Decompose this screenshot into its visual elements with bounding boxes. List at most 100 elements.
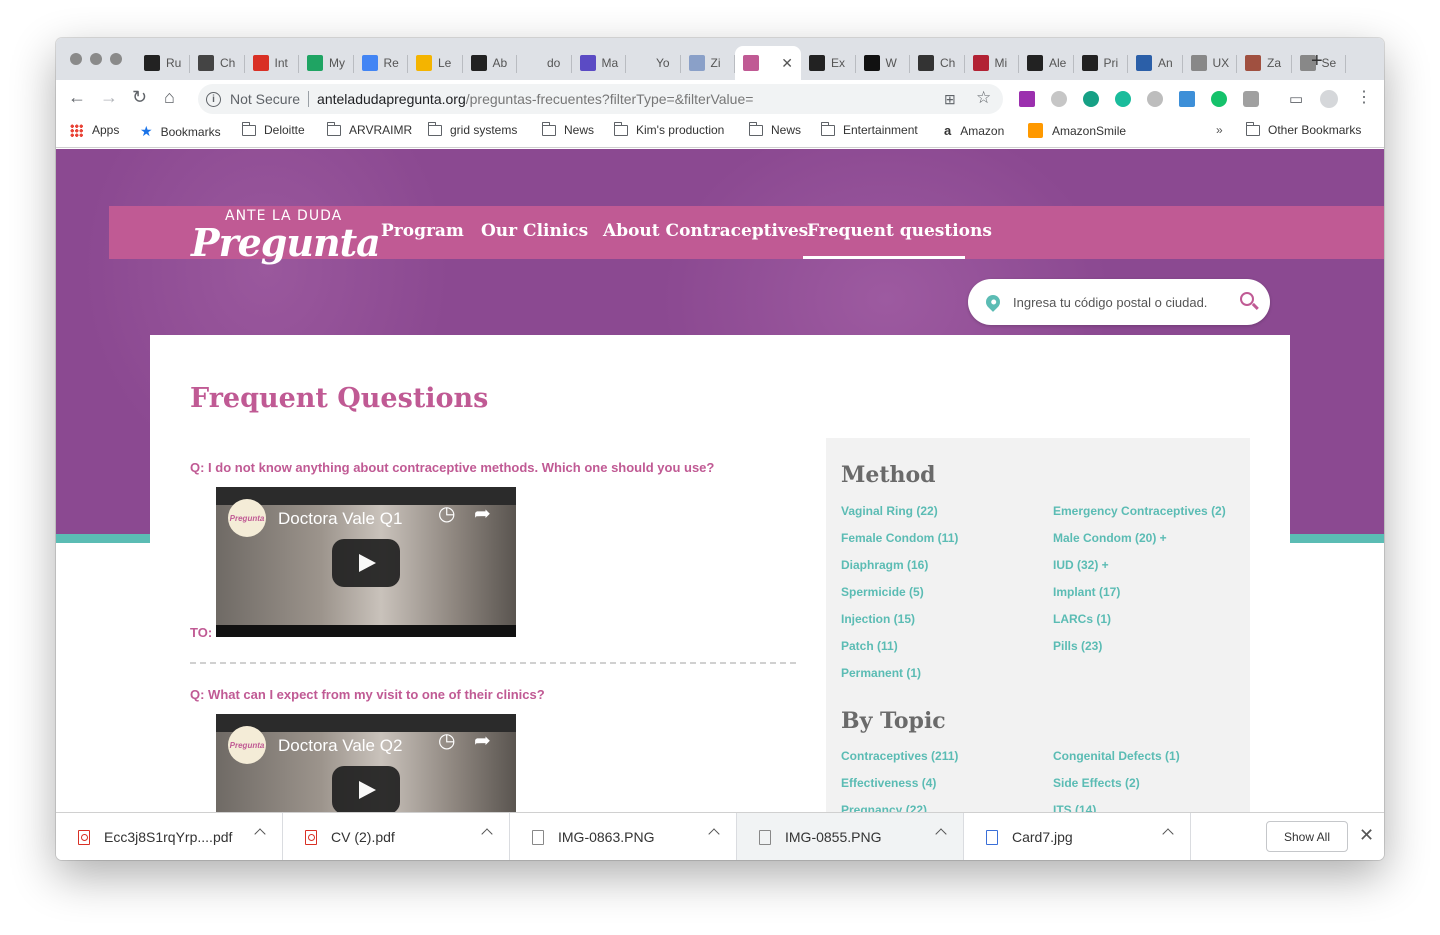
bookmark-amazonsmile[interactable]: AmazonSmile [1028,123,1126,138]
extension-circle-icon[interactable] [1051,91,1067,107]
bookmarks-overflow-button[interactable]: » [1216,123,1223,137]
browser-tab[interactable]: My [299,46,354,80]
play-button[interactable] [332,539,400,587]
grammarly-icon[interactable] [1211,91,1227,107]
filter-link[interactable]: Effectiveness (4) [841,776,936,790]
bookmark-entertainment[interactable]: Entertainment [820,121,918,137]
extension-t-icon[interactable] [1179,91,1195,107]
filter-link[interactable]: Vaginal Ring (22) [841,504,938,518]
browser-tab[interactable]: Ab [463,46,518,80]
video-channel-logo[interactable]: Pregunta [228,726,266,764]
browser-tab[interactable]: Ch [910,46,965,80]
bookmark-star-icon[interactable]: ☆ [976,88,991,108]
bookmark-bookmarks[interactable]: ★ Bookmarks [140,123,221,140]
bookmark-news[interactable]: News [541,121,594,137]
extension-chat-icon[interactable] [1115,91,1131,107]
chevron-up-icon[interactable] [254,828,266,840]
faq-question-2[interactable]: Q: What can I expect from my visit to on… [190,687,545,702]
browser-tab[interactable]: W [856,46,911,80]
browser-tab[interactable]: ✕ [735,46,801,80]
filter-link[interactable]: ITS (14) [1053,803,1096,812]
browser-tab[interactable]: Ex [801,46,856,80]
browser-tab[interactable]: Ale [1019,46,1074,80]
extension-u-icon[interactable] [1147,91,1163,107]
browser-tab[interactable]: Re [354,46,409,80]
video-title[interactable]: Doctora Vale Q2 [278,736,402,756]
browser-tab[interactable]: Za [1237,46,1292,80]
nav-program[interactable]: Program [381,221,464,241]
nav-frequent-questions[interactable]: Frequent questions [807,221,992,241]
cast-icon[interactable]: ▭ [1289,90,1303,108]
watch-later-icon[interactable]: ◷ [438,728,455,753]
close-tab-icon[interactable]: ✕ [781,55,793,72]
chevron-up-icon[interactable] [935,828,947,840]
filter-link[interactable]: Implant (17) [1053,585,1120,599]
translate-icon[interactable]: ⊞ [944,91,956,108]
chevron-up-icon[interactable] [708,828,720,840]
filter-link[interactable]: Diaphragm (16) [841,558,928,572]
browser-tab[interactable]: Le [408,46,463,80]
filter-link[interactable]: Side Effects (2) [1053,776,1140,790]
browser-tab[interactable]: Zi [681,46,736,80]
video-player-1[interactable]: Pregunta Doctora Vale Q1 ◷ ➦ [216,487,516,637]
menu-dots-icon[interactable]: ⋮ [1356,87,1372,107]
close-window-button[interactable] [70,53,82,65]
chevron-up-icon[interactable] [481,828,493,840]
faq-question-1[interactable]: Q: I do not know anything about contrace… [190,460,714,475]
bookmark-arvraimr[interactable]: ARVRAIMR [326,121,412,137]
other-bookmarks-folder[interactable]: Other Bookmarks [1245,121,1361,137]
browser-tab[interactable]: Ch [190,46,245,80]
share-icon[interactable]: ➦ [474,501,491,526]
filter-link[interactable]: IUD (32) + [1053,558,1109,572]
drive-extension-icon[interactable] [1243,91,1259,107]
back-button[interactable]: ← [68,87,86,108]
video-player-2[interactable]: Pregunta Doctora Vale Q2 ◷ ➦ [216,714,516,812]
download-item[interactable]: IMG-0863.PNG [510,813,737,860]
profile-avatar-icon[interactable] [1320,90,1338,108]
minimize-window-button[interactable] [90,53,102,65]
filter-link[interactable]: Pregnancy (22) [841,803,927,812]
close-shelf-icon[interactable]: ✕ [1359,825,1374,846]
browser-tab[interactable]: Pri [1074,46,1129,80]
bookmark-kim-s-production[interactable]: Kim's production [613,121,724,137]
filter-link[interactable]: Female Condom (11) [841,531,958,545]
bookmark-deloitte[interactable]: Deloitte [241,121,305,137]
download-item[interactable]: IMG-0855.PNG [737,813,964,860]
browser-tab[interactable]: Mi [965,46,1020,80]
bookmark-apps[interactable]: Apps [70,123,119,137]
info-icon[interactable]: i [206,91,221,107]
forward-button[interactable]: → [100,87,118,108]
filter-link[interactable]: Permanent (1) [841,666,921,680]
new-tab-button[interactable]: + [1311,50,1323,73]
play-button[interactable] [332,766,400,812]
download-item[interactable]: Card7.jpg [964,813,1191,860]
video-title[interactable]: Doctora Vale Q1 [278,509,402,529]
browser-tab[interactable]: Yo [626,46,681,80]
browser-tab[interactable]: Int [245,46,300,80]
extension-m-icon[interactable] [1083,91,1099,107]
download-item[interactable]: Ecc3j8S1rqYrp....pdf [56,813,283,860]
browser-tab[interactable]: do [517,46,572,80]
nav-about-contraceptives[interactable]: About Contraceptives [603,221,808,241]
show-all-downloads-button[interactable]: Show All [1266,821,1348,852]
filter-link[interactable]: Contraceptives (211) [841,749,958,763]
filter-link[interactable]: Male Condom (20) + [1053,531,1167,545]
share-icon[interactable]: ➦ [474,728,491,753]
filter-link[interactable]: Patch (11) [841,639,898,653]
reload-button[interactable]: ↻ [132,87,147,108]
bookmark-grid-systems[interactable]: grid systems [427,121,517,137]
filter-link[interactable]: Pills (23) [1053,639,1102,653]
bookmark-news[interactable]: News [748,121,801,137]
filter-link[interactable]: LARCs (1) [1053,612,1111,626]
filter-link[interactable]: Injection (15) [841,612,915,626]
browser-tab[interactable]: UX [1183,46,1238,80]
extension-rp-icon[interactable] [1019,91,1035,107]
maximize-window-button[interactable] [110,53,122,65]
chevron-up-icon[interactable] [1162,828,1174,840]
browser-tab[interactable]: An [1128,46,1183,80]
nav-our-clinics[interactable]: Our Clinics [481,221,588,241]
search-icon[interactable] [1240,292,1254,306]
address-bar[interactable]: i Not Secure anteladudapregunta.org /pre… [198,84,1003,114]
filter-link[interactable]: Emergency Contraceptives (2) [1053,504,1226,518]
bookmark-amazon[interactable]: a Amazon [944,123,1004,138]
